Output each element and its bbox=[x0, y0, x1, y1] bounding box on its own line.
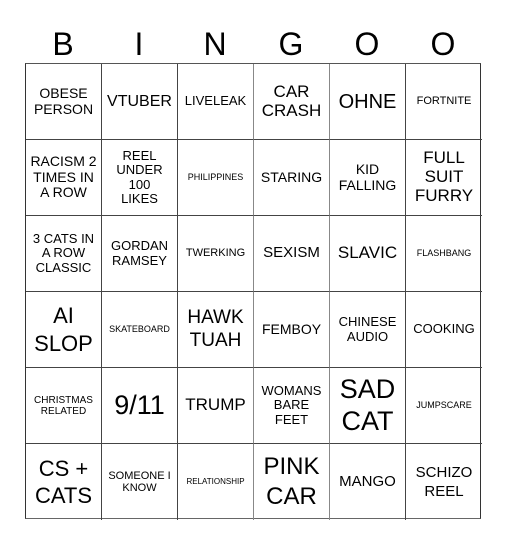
cell-text: FLASHBANG bbox=[416, 247, 472, 258]
bingo-cell[interactable]: JUMPSCARE bbox=[406, 368, 482, 444]
header-letter-i: I bbox=[134, 26, 144, 62]
bingo-cell[interactable]: SOMEONE I KNOW bbox=[102, 444, 178, 520]
cell-text: FULL SUIT FURRY bbox=[414, 148, 474, 205]
header-letter-o1: O bbox=[354, 26, 380, 62]
cell-text: HAWK TUAH bbox=[187, 306, 244, 351]
bingo-cell[interactable]: GORDAN RAMSEY bbox=[102, 216, 178, 292]
bingo-cell[interactable]: REEL UNDER 100 LIKES bbox=[102, 140, 178, 216]
bingo-cell[interactable]: FLASHBANG bbox=[406, 216, 482, 292]
cell-text: OBESE PERSON bbox=[33, 85, 94, 117]
bingo-cell[interactable]: TRUMP bbox=[178, 368, 254, 444]
cell-text: TRUMP bbox=[185, 395, 246, 415]
cell-text: VTUBER bbox=[107, 92, 172, 110]
cell-text: SOMEONE I KNOW bbox=[108, 469, 171, 494]
bingo-cell[interactable]: RACISM 2 TIMES IN A ROW bbox=[26, 140, 102, 216]
bingo-cell[interactable]: TWERKING bbox=[178, 216, 254, 292]
bingo-cell[interactable]: KID FALLING bbox=[330, 140, 406, 216]
bingo-cell[interactable]: OBESE PERSON bbox=[26, 64, 102, 140]
cell-text: OHNE bbox=[338, 90, 397, 113]
bingo-header: B I N G O O bbox=[25, 24, 481, 64]
cell-text: SLAVIC bbox=[337, 243, 398, 263]
cell-text: CHINESE AUDIO bbox=[338, 314, 397, 344]
bingo-cell[interactable]: SCHIZO REEL bbox=[406, 444, 482, 520]
cell-text: CHRISTMAS RELATED bbox=[34, 394, 93, 417]
bingo-grid: OBESE PERSON VTUBER LIVELEAK CAR CRASH O… bbox=[25, 63, 482, 520]
header-letter-n: N bbox=[203, 26, 227, 62]
bingo-cell[interactable]: LIVELEAK bbox=[178, 64, 254, 140]
cell-text: 3 CATS IN A ROW CLASSIC bbox=[32, 231, 95, 275]
bingo-cell[interactable]: FULL SUIT FURRY bbox=[406, 140, 482, 216]
cell-text: RACISM 2 TIMES IN A ROW bbox=[30, 153, 97, 201]
bingo-cell[interactable]: AI SLOP bbox=[26, 292, 102, 368]
bingo-cell[interactable]: FEMBOY bbox=[254, 292, 330, 368]
bingo-cell[interactable]: SKATEBOARD bbox=[102, 292, 178, 368]
bingo-cell[interactable]: VTUBER bbox=[102, 64, 178, 140]
bingo-cell[interactable]: MANGO bbox=[330, 444, 406, 520]
bingo-cell[interactable]: CS + CATS bbox=[26, 444, 102, 520]
bingo-cell[interactable]: CAR CRASH bbox=[254, 64, 330, 140]
cell-text: SAD CAT bbox=[339, 374, 396, 436]
cell-text: SEXISM bbox=[263, 244, 320, 262]
cell-text: SKATEBOARD bbox=[109, 323, 170, 334]
cell-text: CS + CATS bbox=[34, 455, 93, 509]
cell-text: AI SLOP bbox=[34, 303, 93, 356]
bingo-cell[interactable]: STARING bbox=[254, 140, 330, 216]
bingo-cell[interactable]: FORTNITE bbox=[406, 64, 482, 140]
cell-text: WOMANS BARE FEET bbox=[261, 383, 322, 427]
bingo-cell[interactable]: SEXISM bbox=[254, 216, 330, 292]
cell-text: PINK CAR bbox=[263, 453, 320, 510]
cell-text: PHILIPPINES bbox=[187, 171, 244, 182]
cell-text: CAR CRASH bbox=[261, 81, 322, 120]
bingo-cell[interactable]: PHILIPPINES bbox=[178, 140, 254, 216]
cell-text: STARING bbox=[260, 168, 323, 185]
cell-text: GORDAN RAMSEY bbox=[110, 238, 169, 268]
bingo-cell[interactable]: 9/11 bbox=[102, 368, 178, 444]
bingo-cell[interactable]: 3 CATS IN A ROW CLASSIC bbox=[26, 216, 102, 292]
cell-text: FEMBOY bbox=[261, 320, 322, 337]
header-letter-o2: O bbox=[430, 26, 456, 62]
header-letter-b: B bbox=[52, 26, 74, 62]
bingo-cell[interactable]: HAWK TUAH bbox=[178, 292, 254, 368]
bingo-cell[interactable]: COOKING bbox=[406, 292, 482, 368]
cell-text: FORTNITE bbox=[416, 95, 472, 108]
bingo-cell[interactable]: SLAVIC bbox=[330, 216, 406, 292]
cell-text: MANGO bbox=[339, 472, 396, 490]
cell-text: LIVELEAK bbox=[184, 93, 247, 109]
header-letter-g: G bbox=[278, 26, 304, 62]
cell-text: SCHIZO REEL bbox=[415, 463, 473, 501]
cell-text: 9/11 bbox=[114, 389, 165, 420]
bingo-cell[interactable]: OHNE bbox=[330, 64, 406, 140]
bingo-cell[interactable]: CHRISTMAS RELATED bbox=[26, 368, 102, 444]
cell-text: REEL UNDER 100 LIKES bbox=[116, 147, 163, 206]
cell-text: JUMPSCARE bbox=[416, 399, 472, 410]
cell-text: COOKING bbox=[413, 321, 475, 337]
cell-text: TWERKING bbox=[185, 247, 246, 260]
bingo-cell[interactable]: PINK CAR bbox=[254, 444, 330, 520]
bingo-cell[interactable]: CHINESE AUDIO bbox=[330, 292, 406, 368]
cell-text: RELATIONSHIP bbox=[186, 476, 245, 486]
cell-text: KID FALLING bbox=[338, 161, 397, 193]
bingo-cell[interactable]: SAD CAT bbox=[330, 368, 406, 444]
bingo-cell[interactable]: RELATIONSHIP bbox=[178, 444, 254, 520]
bingo-cell[interactable]: WOMANS BARE FEET bbox=[254, 368, 330, 444]
